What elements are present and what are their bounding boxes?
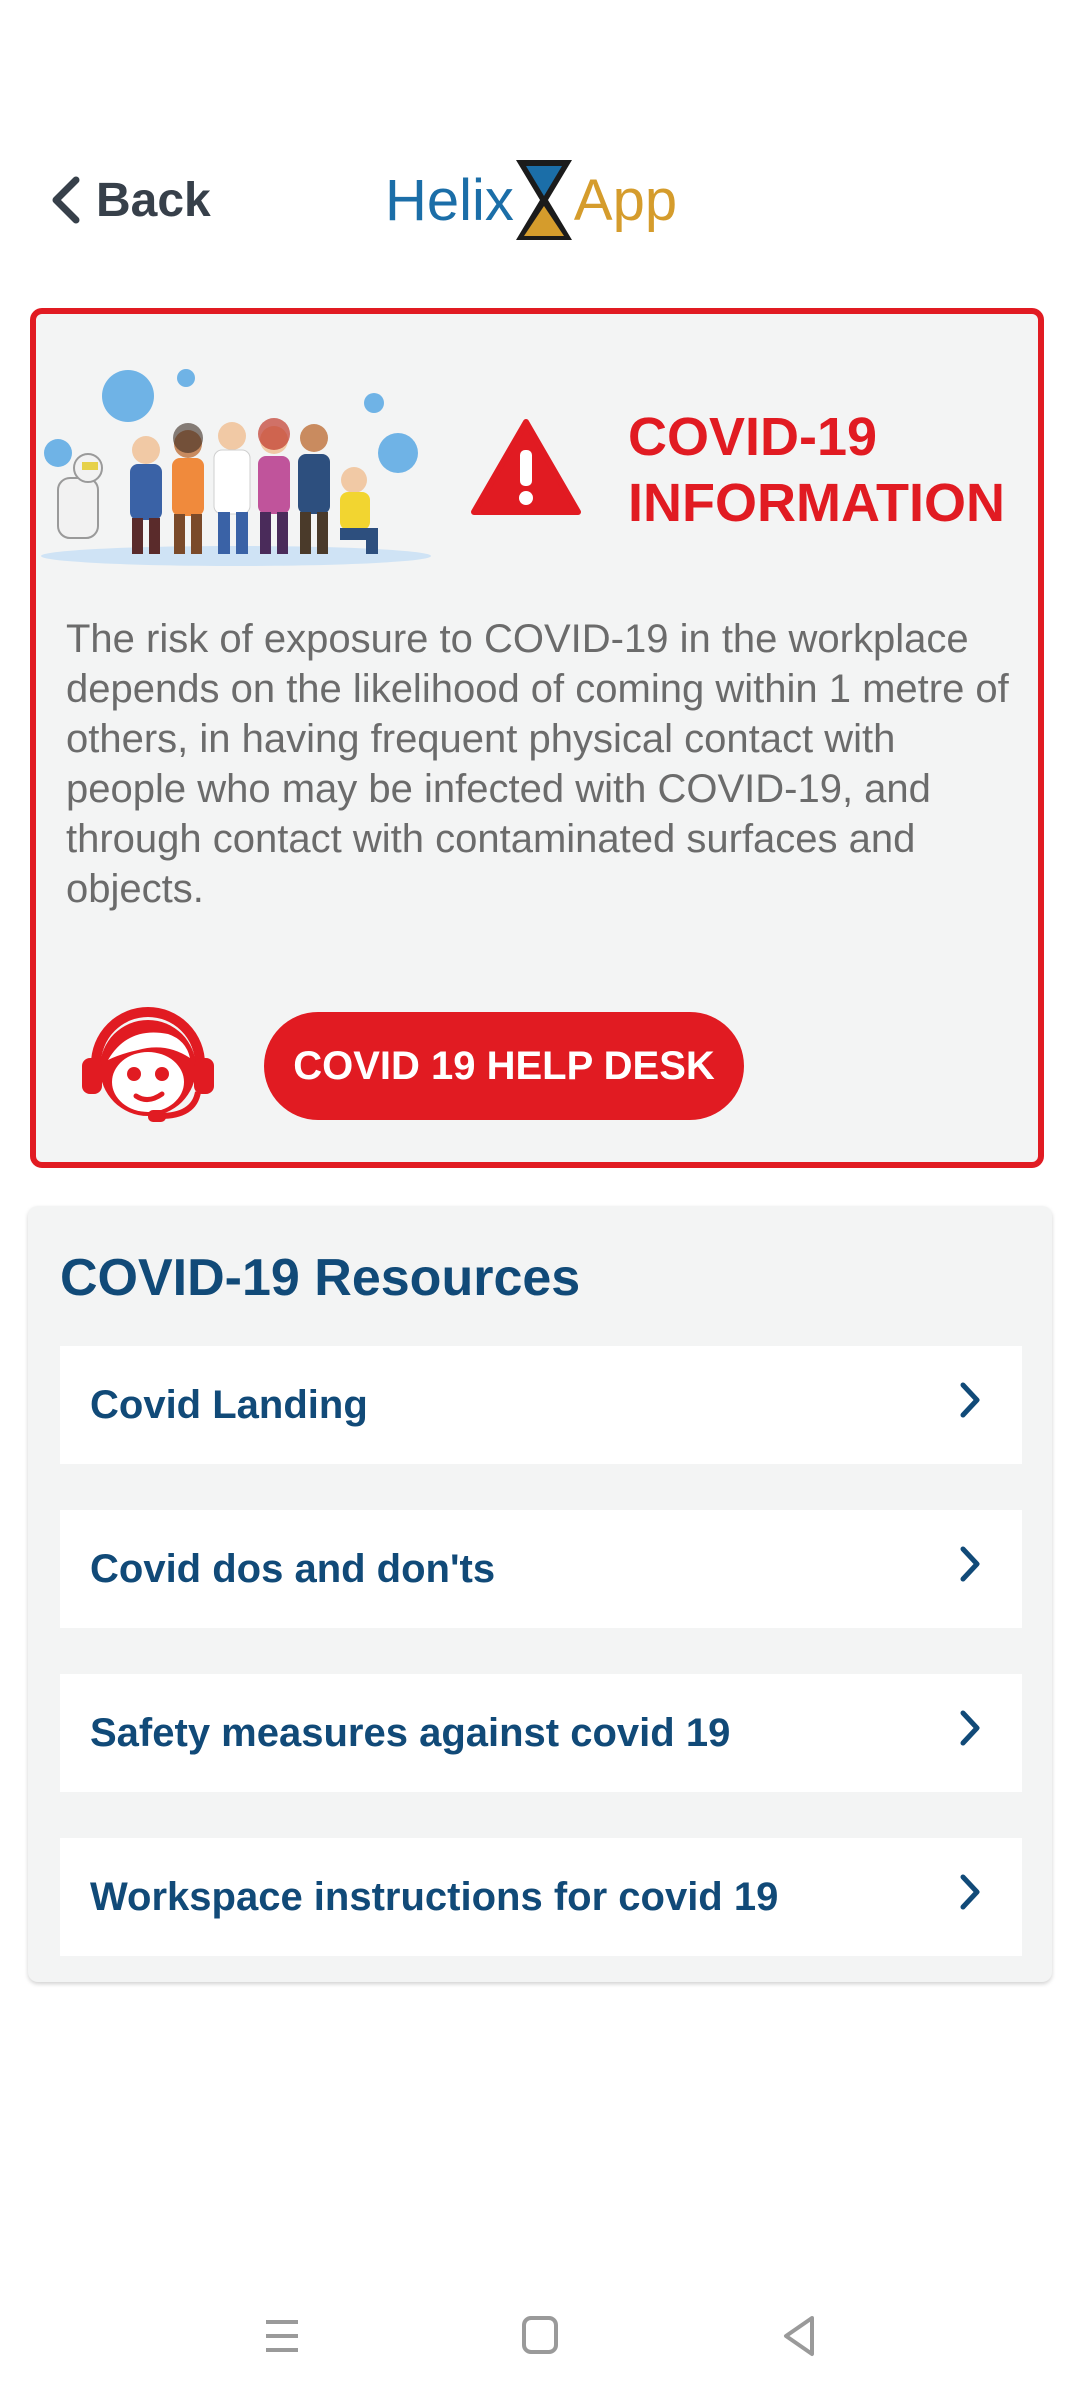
covid-resources-card: COVID-19 Resources Covid Landing Covid d…: [28, 1206, 1052, 1982]
back-button[interactable]: Back: [48, 168, 211, 232]
resource-item-label: Workspace instructions for covid 19: [90, 1875, 779, 1919]
system-nav-bar: [0, 2290, 1080, 2380]
covid-info-title-line1: COVID-19: [628, 407, 878, 467]
support-agent-icon: [82, 1007, 214, 1122]
hourglass-logo-icon: [515, 160, 572, 240]
resource-item-dos-and-donts[interactable]: Covid dos and don'ts: [60, 1510, 1022, 1628]
chevron-right-icon: [960, 1546, 980, 1582]
resource-item-label: Covid Landing: [90, 1383, 368, 1427]
chevron-left-icon: [52, 176, 80, 224]
app-header: Back Helix App: [0, 150, 1080, 250]
chevron-right-icon: [960, 1382, 980, 1418]
back-label: Back: [96, 173, 211, 227]
resource-item-safety-measures[interactable]: Safety measures against covid 19: [60, 1674, 1022, 1792]
resource-item-label: Covid dos and don'ts: [90, 1547, 496, 1591]
menu-icon[interactable]: [252, 2308, 312, 2364]
resources-title: COVID-19 Resources: [60, 1249, 581, 1307]
resource-item-workspace-instructions[interactable]: Workspace instructions for covid 19: [60, 1838, 1022, 1956]
covid-info-title: COVID-19 INFORMATION: [628, 404, 1048, 536]
resource-item-label: Safety measures against covid 19: [90, 1711, 731, 1755]
home-icon[interactable]: [510, 2308, 570, 2364]
covid-info-title-line2: INFORMATION: [628, 473, 1005, 533]
covid-info-card: COVID-19 INFORMATION The risk of exposur…: [30, 308, 1044, 1168]
back-triangle-icon[interactable]: [770, 2308, 830, 2364]
covid-info-text: The risk of exposure to COVID-19 in the …: [66, 617, 1009, 911]
warning-icon: [471, 419, 581, 515]
chevron-right-icon: [960, 1874, 980, 1910]
logo-text-helix: Helix: [385, 167, 514, 233]
resource-item-covid-landing[interactable]: Covid Landing: [60, 1346, 1022, 1464]
crowd-illustration: [41, 369, 431, 566]
logo-text-app: App: [573, 167, 678, 233]
app-logo: Helix App: [385, 150, 677, 250]
chevron-right-icon: [960, 1710, 980, 1746]
covid-helpdesk-button[interactable]: COVID 19 HELP DESK: [264, 1012, 744, 1120]
